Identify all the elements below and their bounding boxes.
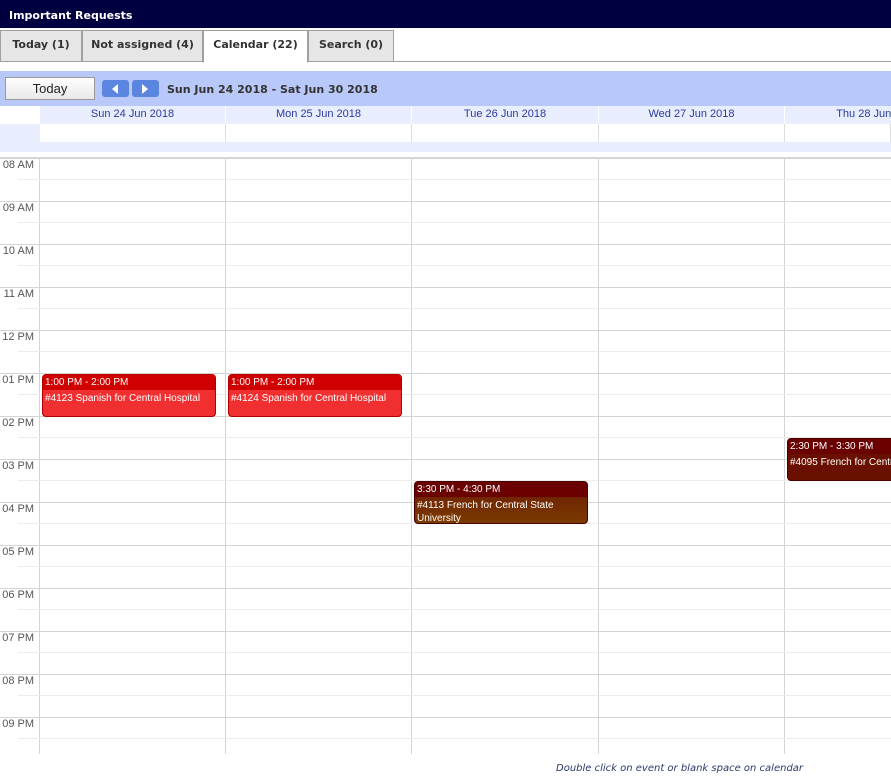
calendar-toolbar: Today Sun Jun 24 2018 - Sat Jun 30 2018 [0,71,891,106]
hour-label: 10 AM [2,245,34,257]
half-hour-line [18,738,891,739]
hour-label: 03 PM [2,460,34,472]
hour-label: 08 PM [2,675,34,687]
half-hour-line [18,437,891,438]
half-hour-line [18,265,891,266]
day-header-tue[interactable]: Tue 26 Jun 2018 [412,106,599,124]
half-hour-line [18,695,891,696]
hour-line [0,459,891,460]
event-title: #4113 French for Central State Universit… [417,500,554,524]
date-range-label: Sun Jun 24 2018 - Sat Jun 30 2018 [167,83,378,96]
event-title: #4124 Spanish for Central Hospital [231,393,387,404]
hour-label: 01 PM [2,374,34,386]
hour-label: 12 PM [2,331,34,343]
hour-line [0,717,891,718]
half-hour-line [18,351,891,352]
all-day-cell[interactable] [599,124,785,142]
header-spacer [0,142,891,152]
event-time: 1:00 PM - 2:00 PM [229,375,401,390]
half-hour-line [18,566,891,567]
time-grid[interactable]: 08 AM 09 AM 10 AM 11 AM 12 PM 01 PM 02 P… [0,158,891,754]
hour-label: 05 PM [2,546,34,558]
event-time: 3:30 PM - 4:30 PM [415,482,587,497]
calendar-event[interactable]: 1:00 PM - 2:00 PM #4124 Spanish for Cent… [228,374,402,417]
tab-calendar[interactable]: Calendar (22) [203,30,308,63]
all-day-cell[interactable] [40,124,226,142]
event-title: #4095 French for Central [790,457,891,468]
week-calendar: Sun 24 Jun 2018 Mon 25 Jun 2018 Tue 26 J… [0,106,891,754]
hour-line [0,588,891,589]
event-title: #4123 Spanish for Central Hospital [45,393,201,404]
hour-line [0,201,891,202]
next-week-button[interactable] [132,80,159,97]
event-time: 2:30 PM - 3:30 PM [788,439,891,454]
column-divider [784,158,785,754]
hour-label: 11 AM [3,288,34,300]
hour-line [0,545,891,546]
hour-label: 07 PM [2,632,34,644]
hour-label: 09 PM [2,718,34,730]
all-day-cell[interactable] [226,124,412,142]
day-header-thu[interactable]: Thu 28 Jun 2018 [785,106,891,124]
column-divider [411,158,412,754]
all-day-cell[interactable] [785,124,891,142]
chevron-left-icon [112,84,118,94]
today-button[interactable]: Today [5,77,95,100]
half-hour-line [18,179,891,180]
event-time: 1:00 PM - 2:00 PM [43,375,215,390]
hour-line [0,330,891,331]
hour-line [0,158,891,159]
hour-label: 02 PM [2,417,34,429]
chevron-right-icon [142,84,148,94]
calendar-hint: Double click on event or blank space on … [556,763,804,774]
calendar-event[interactable]: 1:00 PM - 2:00 PM #4123 Spanish for Cent… [42,374,216,417]
half-hour-line [18,652,891,653]
day-header-wed[interactable]: Wed 27 Jun 2018 [599,106,785,124]
tab-search[interactable]: Search (0) [308,30,394,62]
all-day-cell[interactable] [412,124,599,142]
hour-line [0,244,891,245]
day-header-mon[interactable]: Mon 25 Jun 2018 [226,106,412,124]
half-hour-line [18,308,891,309]
hour-line [0,674,891,675]
column-divider [598,158,599,754]
half-hour-line [18,609,891,610]
hour-line [0,287,891,288]
calendar-event[interactable]: 3:30 PM - 4:30 PM #4113 French for Centr… [414,481,588,524]
calendar-event[interactable]: 2:30 PM - 3:30 PM #4095 French for Centr… [787,438,891,481]
half-hour-line [18,222,891,223]
tab-today[interactable]: Today (1) [0,30,82,62]
hour-line [0,631,891,632]
column-divider [225,158,226,754]
previous-week-button[interactable] [102,80,129,97]
day-header-sun[interactable]: Sun 24 Jun 2018 [40,106,226,124]
hour-label: 08 AM [2,159,34,171]
tab-bar: Today (1) Not assigned (4) Calendar (22)… [0,28,891,63]
window-title: Important Requests [0,0,891,28]
hour-label: 09 AM [2,202,34,214]
tab-not-assigned[interactable]: Not assigned (4) [82,30,203,62]
hour-label: 04 PM [2,503,34,515]
column-divider [39,158,40,754]
hour-label: 06 PM [2,589,34,601]
